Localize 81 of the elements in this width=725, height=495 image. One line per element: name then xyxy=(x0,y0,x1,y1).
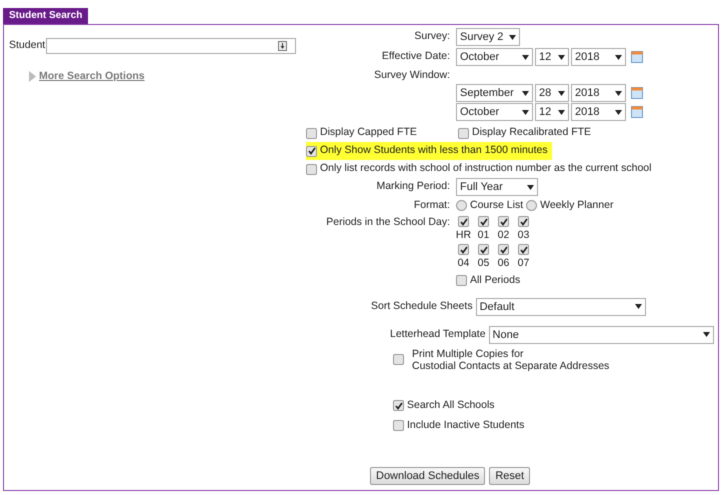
dropdown-caret-icon xyxy=(522,90,529,96)
letterhead-dropdown[interactable]: None xyxy=(488,326,714,344)
dropdown-caret-icon xyxy=(615,54,622,60)
checkbox-label: Print Multiple Copies for Custodial Contacts at Separate Addresses xyxy=(412,348,610,372)
checkbox[interactable] xyxy=(478,244,489,255)
expand-arrow-icon[interactable] xyxy=(29,71,36,82)
survey-dropdown[interactable]: Survey 2 xyxy=(456,28,520,46)
lookup-icon[interactable] xyxy=(278,41,288,51)
dropdown-caret-icon xyxy=(558,90,565,96)
period-label: 02 xyxy=(498,228,510,243)
dropdown-caret-icon xyxy=(509,34,516,40)
period-label: 05 xyxy=(478,256,490,271)
checkbox[interactable] xyxy=(458,244,469,255)
dropdown-caret-icon xyxy=(615,90,622,96)
sort-dropdown[interactable]: Default xyxy=(476,298,646,316)
day-dropdown[interactable]: 12 xyxy=(535,48,569,66)
checkbox-label: Display Capped FTE xyxy=(320,125,417,140)
field-label: Survey: xyxy=(414,30,450,42)
dropdown-caret-icon xyxy=(615,110,622,114)
checkbox-label: Include Inactive Students xyxy=(407,418,524,432)
checkbox[interactable] xyxy=(458,216,469,227)
calendar-icon[interactable] xyxy=(631,87,643,99)
dropdown-caret-icon xyxy=(522,110,529,114)
field-label: Sort Schedule Sheets xyxy=(371,298,473,314)
radio-button[interactable] xyxy=(526,200,538,212)
field-label: Periods in the School Day: xyxy=(326,216,450,228)
checkbox-label: All Periods xyxy=(470,273,520,288)
period-label: 07 xyxy=(518,256,530,271)
month-dropdown[interactable]: October xyxy=(456,48,533,66)
period-label: 03 xyxy=(518,228,530,243)
dropdown-caret-icon xyxy=(558,54,565,60)
student-field[interactable] xyxy=(46,38,296,54)
period-label: 06 xyxy=(498,256,510,271)
checkbox[interactable] xyxy=(306,128,317,138)
period-label: 01 xyxy=(478,228,490,243)
day-dropdown[interactable]: 12 xyxy=(535,103,569,121)
calendar-icon[interactable] xyxy=(631,51,643,63)
checkbox-label: Only Show Students with less than 1500 minutes xyxy=(320,143,548,158)
dropdown-caret-icon xyxy=(634,304,642,310)
radio-label: Weekly Planner xyxy=(540,198,614,213)
dropdown-caret-icon xyxy=(702,332,710,338)
year-dropdown[interactable]: 2018 xyxy=(571,48,626,66)
day-dropdown[interactable]: 28 xyxy=(535,84,569,102)
field-label: Format: xyxy=(414,199,450,211)
checkbox-label: Search All Schools xyxy=(407,398,495,413)
month-dropdown[interactable]: October xyxy=(456,103,533,121)
year-dropdown[interactable]: 2018 xyxy=(571,103,626,121)
checkbox[interactable] xyxy=(393,354,404,366)
checkbox[interactable] xyxy=(518,244,529,255)
dropdown-caret-icon xyxy=(522,54,529,60)
checkbox[interactable] xyxy=(306,146,317,156)
checkbox[interactable] xyxy=(458,128,469,138)
more-search-options-link[interactable]: More Search Options xyxy=(39,69,145,85)
radio-button[interactable] xyxy=(456,200,467,212)
period-label: 04 xyxy=(458,256,470,271)
checkbox[interactable] xyxy=(478,216,489,227)
field-label: Letterhead Template xyxy=(390,326,486,342)
checkbox[interactable] xyxy=(498,244,509,255)
checkbox-label: Only list records with school of instruction number as the current school xyxy=(320,161,652,176)
panel-tab[interactable]: Student Search xyxy=(3,8,88,24)
checkbox[interactable] xyxy=(456,275,467,286)
marking-period-dropdown[interactable]: Full Year xyxy=(456,178,538,196)
month-dropdown[interactable]: September xyxy=(456,84,533,102)
field-label: Student xyxy=(9,38,46,54)
field-label: Marking Period: xyxy=(376,180,450,192)
checkbox[interactable] xyxy=(393,400,404,412)
form-button[interactable]: Download Schedules xyxy=(370,467,486,486)
field-label: Survey Window: xyxy=(374,69,450,81)
dropdown-caret-icon xyxy=(527,184,534,190)
checkbox[interactable] xyxy=(518,216,529,227)
checkbox-label: Display Recalibrated FTE xyxy=(472,125,592,140)
checkbox[interactable] xyxy=(498,216,509,227)
form-button[interactable]: Reset xyxy=(489,467,530,486)
calendar-icon[interactable] xyxy=(631,106,643,118)
year-dropdown[interactable]: 2018 xyxy=(571,84,626,102)
radio-label: Course List xyxy=(470,198,524,213)
field-label: Effective Date: xyxy=(382,50,450,62)
period-label: HR xyxy=(456,228,472,243)
dropdown-caret-icon xyxy=(558,110,565,114)
checkbox[interactable] xyxy=(393,420,404,431)
checkbox[interactable] xyxy=(306,164,317,174)
